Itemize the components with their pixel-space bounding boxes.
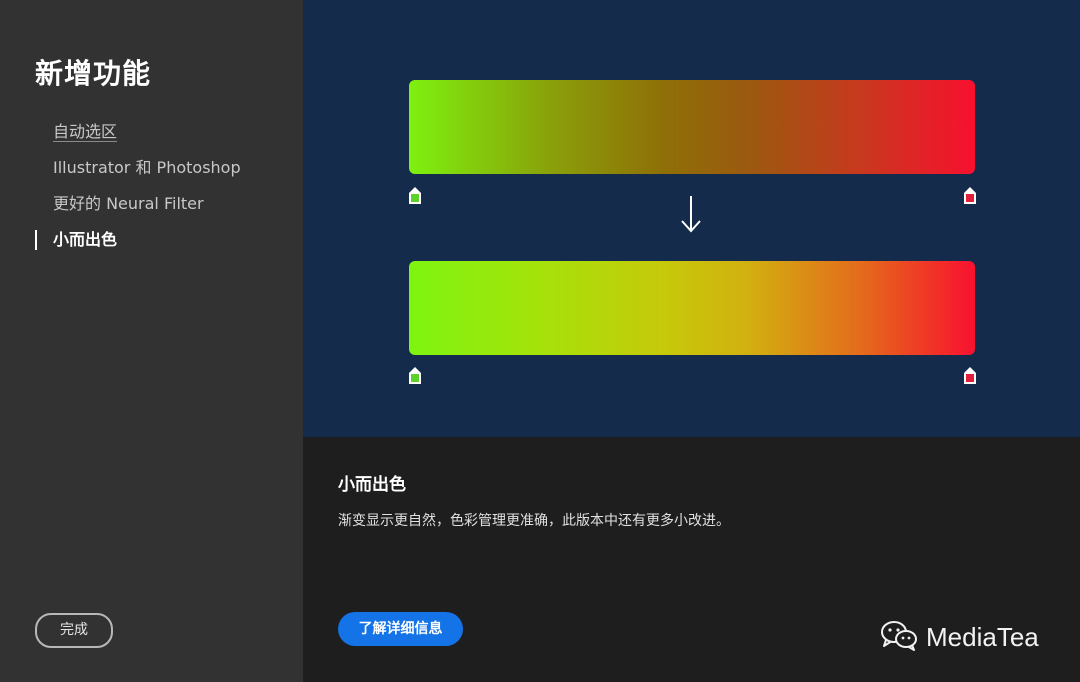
arrow-down-icon (679, 194, 703, 234)
watermark-text: MediaTea (926, 621, 1039, 652)
sidebar: 新增功能 自动选区 Illustrator 和 Photoshop 更好的 Ne… (0, 0, 303, 682)
learn-more-button[interactable]: 了解详细信息 (338, 612, 463, 646)
gradient-stop-green-icon (409, 187, 421, 204)
gradient-stop-green-icon (409, 367, 421, 384)
sidebar-item-label: 更好的 Neural Filter (53, 194, 204, 213)
sidebar-title: 新增功能 (35, 57, 152, 90)
done-button[interactable]: 完成 (35, 613, 113, 648)
sidebar-item-label: 自动选区 (53, 122, 118, 142)
preview-panel (303, 0, 1080, 437)
sidebar-item-small-improvements[interactable]: 小而出色 (35, 226, 285, 262)
info-panel: 小而出色 渐变显示更自然，色彩管理更准确，此版本中还有更多小改进。 了解详细信息… (303, 437, 1080, 682)
sidebar-item-neural-filter[interactable]: 更好的 Neural Filter (35, 190, 285, 226)
sidebar-item-illustrator-photoshop[interactable]: Illustrator 和 Photoshop (35, 154, 285, 190)
gradient-bar-before (409, 80, 975, 174)
wechat-icon (880, 619, 918, 655)
sidebar-item-label: Illustrator 和 Photoshop (53, 158, 241, 177)
gradient-stop-red-icon (964, 367, 976, 384)
gradient-stop-red-icon (964, 187, 976, 204)
watermark: MediaTea (880, 617, 1039, 657)
feature-heading: 小而出色 (338, 475, 406, 495)
sidebar-item-label: 小而出色 (53, 230, 118, 249)
sidebar-nav: 自动选区 Illustrator 和 Photoshop 更好的 Neural … (35, 118, 285, 262)
feature-description: 渐变显示更自然，色彩管理更准确，此版本中还有更多小改进。 (338, 513, 730, 529)
gradient-bar-after (409, 261, 975, 355)
sidebar-item-auto-select[interactable]: 自动选区 (35, 118, 285, 154)
